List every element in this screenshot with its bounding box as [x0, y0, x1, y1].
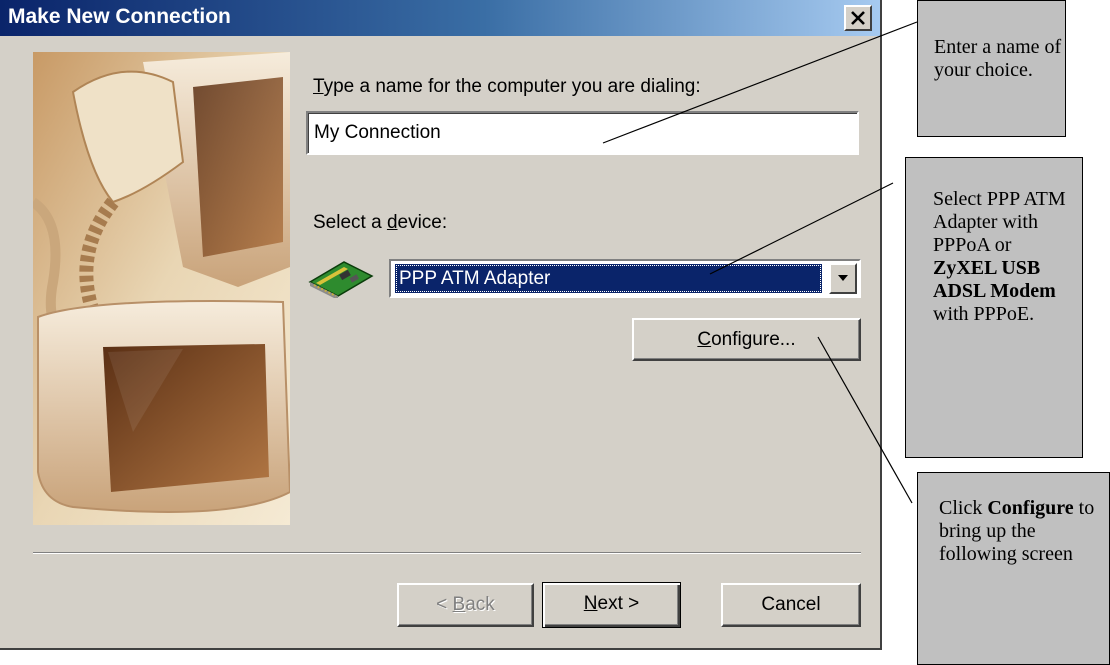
leader-line-configure — [817, 336, 913, 504]
leader-line-device — [709, 182, 894, 275]
leader-line-name — [602, 21, 918, 144]
annotation-leader-lines — [602, 21, 918, 504]
